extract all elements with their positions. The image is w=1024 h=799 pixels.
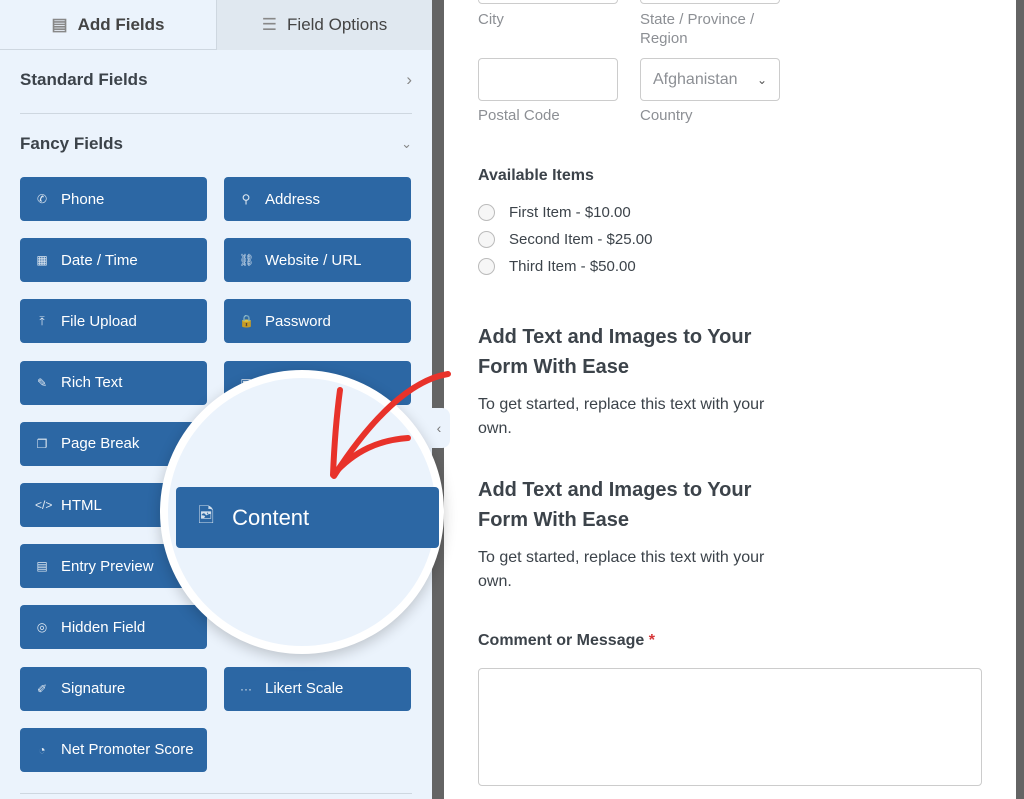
sliders-icon: ☰ [261, 15, 278, 34]
content-text: To get started, replace this text with y… [478, 549, 765, 590]
divider [20, 793, 412, 794]
postal-code-label: Postal Code [478, 107, 560, 124]
pen-icon: ✐ [36, 681, 48, 696]
field-button-file-upload[interactable]: ⤒ File Upload [20, 299, 207, 344]
available-items-label: Available Items [478, 167, 594, 184]
comment-label: Comment or Message * [478, 632, 655, 649]
gauge-icon: ◔ [38, 742, 46, 757]
content-heading: Add Text and Images to Your Form With Ea… [478, 326, 752, 378]
field-button-password[interactable]: 🔒 Password [224, 299, 411, 344]
divider [20, 113, 412, 114]
field-button-net-promoter-score[interactable]: ◔ Net Promoter Score [20, 727, 207, 772]
field-button-signature[interactable]: ✐ Signature [20, 666, 207, 711]
radio-button[interactable] [478, 204, 495, 221]
state-input[interactable] [640, 0, 780, 4]
field-button-date-time[interactable]: ▦ Date / Time [20, 238, 207, 283]
section-fancy-fields[interactable]: Fancy Fields ⌄ [20, 134, 412, 154]
field-button-likert-scale[interactable]: ··· Likert Scale [224, 666, 411, 711]
country-label: Country [640, 107, 693, 124]
field-button-address[interactable]: ⚲ Address [224, 177, 411, 221]
chevron-down-icon: ⌄ [401, 136, 412, 151]
file-icon: ▤ [36, 559, 48, 574]
state-label: State / Province / Region [640, 11, 755, 47]
dots-icon: ··· [240, 681, 252, 696]
tab-add-fields[interactable]: ▤ Add Fields [0, 0, 216, 50]
radio-option[interactable]: Second Item - $25.00 [478, 231, 652, 248]
code-icon: </> [35, 498, 53, 512]
comment-textarea[interactable] [478, 668, 982, 786]
field-button-website-url[interactable]: ⛓ Website / URL [224, 238, 411, 283]
sidebar-tabs: ▤ Add Fields ☰ Field Options [0, 0, 432, 50]
city-label: City [478, 11, 504, 28]
required-mark: * [648, 632, 655, 649]
postal-code-input[interactable] [478, 58, 618, 101]
window-edge [1016, 0, 1024, 799]
tab-field-options[interactable]: ☰ Field Options [216, 0, 432, 50]
lock-icon: 🔒 [239, 314, 254, 329]
calendar-icon: ▦ [36, 253, 48, 268]
red-arrow-annotation [330, 371, 451, 479]
content-field-button[interactable]: 🖻 Content [176, 487, 439, 548]
field-button-phone[interactable]: ✆ Phone [20, 177, 207, 221]
chevron-down-icon: ⌄ [756, 72, 767, 87]
radio-button[interactable] [478, 258, 495, 275]
copy-icon: ❐ [36, 436, 48, 451]
eye-slash-icon: ◎ [36, 620, 48, 635]
table-icon: ▤ [51, 15, 68, 34]
field-button-hidden-field[interactable]: ◎ Hidden Field [20, 605, 207, 650]
phone-icon: ✆ [36, 192, 48, 206]
chevron-right-icon: › [406, 70, 412, 89]
content-heading: Add Text and Images to Your Form With Ea… [478, 479, 752, 531]
link-icon: ⛓ [239, 253, 255, 268]
map-pin-icon: ⚲ [241, 192, 251, 206]
radio-option[interactable]: First Item - $10.00 [478, 204, 631, 221]
section-standard-fields[interactable]: Standard Fields › [20, 70, 412, 90]
city-input[interactable] [478, 0, 618, 4]
upload-icon: ⤒ [39, 313, 45, 328]
radio-button[interactable] [478, 231, 495, 248]
country-select[interactable]: Afghanistan ⌄ [640, 58, 780, 101]
content-text: To get started, replace this text with y… [478, 396, 765, 437]
field-button-rich-text[interactable]: ✎ Rich Text [20, 360, 207, 405]
edit-icon: ✎ [36, 375, 48, 390]
image-file-icon: 🖻 [198, 504, 215, 527]
radio-option[interactable]: Third Item - $50.00 [478, 258, 636, 275]
form-preview: City State / Province / Region Afghanist… [444, 0, 1016, 799]
